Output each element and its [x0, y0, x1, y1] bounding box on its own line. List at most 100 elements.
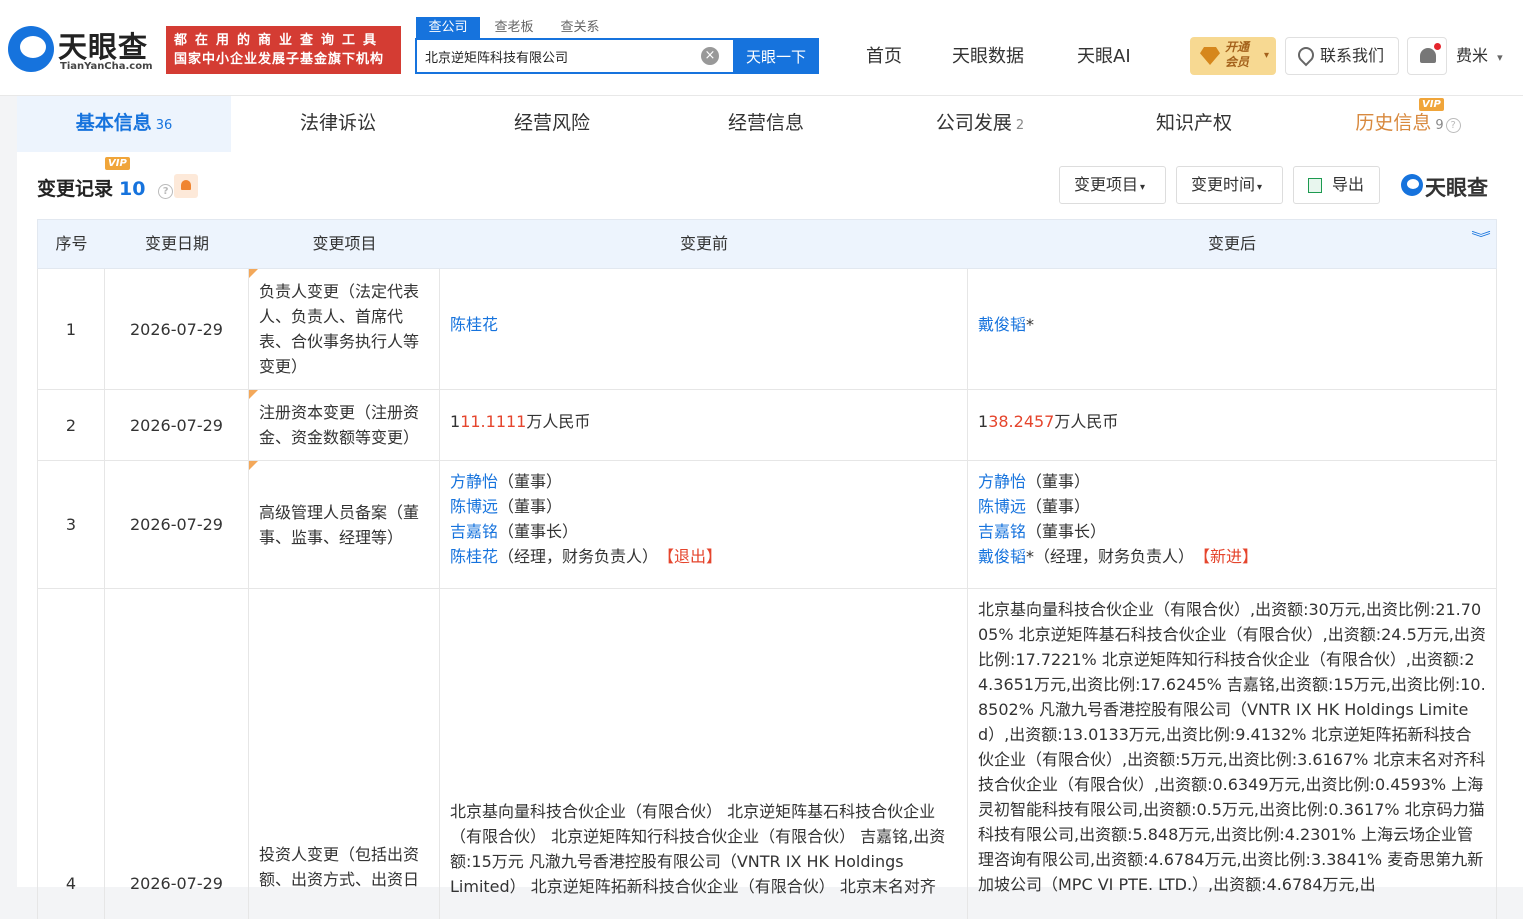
col-no: 序号	[55, 234, 88, 253]
row-item: 负责人变更（法定代表人、负责人、首席代表、合伙事务执行人等变更）	[249, 269, 440, 389]
search-box: ×	[415, 38, 735, 74]
table-row: 3 2026-07-29 高级管理人员备案（董事、监事、经理等） 方静怡（董事）…	[37, 461, 1497, 589]
logo-sub: TianYanCha.com	[60, 61, 153, 72]
search-tab-company[interactable]: 查公司	[416, 17, 480, 38]
logo-eye-icon	[8, 26, 54, 72]
export-button[interactable]: 导出	[1293, 166, 1380, 204]
user-menu[interactable]: 费米 ▾	[1456, 44, 1503, 70]
person-link[interactable]: 方静怡	[978, 472, 1026, 491]
info-tabs: 基本信息 36 法律诉讼 经营风险 经营信息 公司发展 2 知识产权 历史信息 9? …	[17, 96, 1523, 152]
nav-tianyan-ai[interactable]: 天眼AI	[1077, 44, 1131, 70]
person-role: （董事）	[1026, 497, 1091, 516]
logo-text: 天眼查	[58, 30, 149, 64]
row-before: 陈桂花	[440, 269, 968, 389]
value-unit: 万人民币	[526, 412, 591, 431]
slogan-banner: 都在用的商业查询工具 国家中小企业发展子基金旗下机构	[166, 26, 401, 74]
filter-change-time[interactable]: 变更时间 ▾	[1176, 166, 1283, 204]
person-link[interactable]: 陈桂花	[450, 547, 498, 566]
list-item: 吉嘉铭（董事长）	[978, 519, 1486, 544]
value-highlight: 11.1111	[460, 412, 527, 431]
clear-icon[interactable]: ×	[701, 47, 719, 65]
section-count: 10	[119, 178, 146, 200]
tianyancha-logo[interactable]: 天眼查 TianYanCha.com	[8, 24, 158, 76]
tab-label: 经营信息	[727, 112, 804, 134]
row-item: 投资人变更（包括出资额、出资方式、出资日	[249, 589, 440, 919]
value-part: 1	[450, 412, 461, 431]
help-icon[interactable]: ?	[158, 184, 174, 199]
excel-icon	[1308, 178, 1322, 193]
list-item: 吉嘉铭（董事长）	[450, 519, 957, 544]
watermark-text: 天眼查	[1425, 176, 1488, 200]
section-title: 变更记录 10 ?	[37, 174, 174, 201]
search-tab-relation[interactable]: 查关系	[548, 17, 612, 38]
row-before: 北京基向量科技合伙企业（有限合伙） 北京逆矩阵基石科技合伙企业（有限合伙） 北京…	[440, 589, 968, 919]
corner-mark	[249, 390, 258, 399]
table-row: 4 2026-07-29 投资人变更（包括出资额、出资方式、出资日 北京基向量科…	[37, 589, 1497, 919]
tab-label: 知识产权	[1155, 112, 1232, 134]
tab-risk[interactable]: 经营风险	[445, 96, 659, 152]
tab-label: 历史信息	[1355, 112, 1432, 134]
chevron-down-icon: ▾	[1497, 51, 1503, 64]
person-link[interactable]: 吉嘉铭	[978, 522, 1026, 541]
person-link[interactable]: 方静怡	[450, 472, 498, 491]
tab-history[interactable]: 历史信息 9?	[1301, 96, 1515, 152]
filter-change-item[interactable]: 变更项目 ▾	[1059, 166, 1166, 204]
headset-icon	[1294, 43, 1318, 67]
notification-button[interactable]	[1407, 37, 1447, 75]
tab-label: 公司发展	[935, 112, 1012, 134]
slogan-line-1: 都在用的商业查询工具	[174, 33, 385, 48]
collapse-icon[interactable]: ︾	[1471, 232, 1491, 246]
value-unit: 万人民币	[1054, 412, 1119, 431]
person-role: （董事）	[1026, 472, 1091, 491]
value-highlight: 38.2457	[988, 412, 1055, 431]
row-after: 戴俊韬*	[968, 269, 1496, 389]
tab-operation[interactable]: 经营信息	[659, 96, 873, 152]
list-item: 陈桂花（经理，财务负责人） 【退出】	[450, 544, 957, 569]
tab-basic-info[interactable]: 基本信息 36	[17, 96, 231, 152]
monitor-alert-button[interactable]	[174, 174, 198, 198]
person-link[interactable]: 陈博远	[450, 497, 498, 516]
open-vip-button[interactable]: 开通 会员 ▾	[1190, 37, 1276, 75]
contact-us-button[interactable]: 联系我们	[1285, 37, 1399, 75]
person-link[interactable]: 陈桂花	[450, 315, 498, 334]
tab-count: 36	[155, 118, 173, 133]
row-date: 2026-07-29	[105, 390, 249, 460]
tab-ip[interactable]: 知识产权	[1087, 96, 1301, 152]
row-date: 2026-07-29	[105, 269, 249, 389]
chevron-down-icon: ▾	[1257, 182, 1263, 193]
row-date: 2026-07-29	[105, 461, 249, 588]
mask-mark: *	[1026, 315, 1035, 334]
row-before: 111.1111万人民币	[440, 390, 968, 460]
contact-label: 联系我们	[1320, 46, 1385, 65]
tab-legal[interactable]: 法律诉讼	[231, 96, 445, 152]
tab-count: 9	[1435, 118, 1444, 133]
person-link[interactable]: 陈博远	[978, 497, 1026, 516]
row-item-text: 高级管理人员备案（董事、监事、经理等）	[259, 502, 420, 547]
corner-mark	[249, 269, 258, 278]
search-input[interactable]	[425, 40, 695, 72]
table-row: 1 2026-07-29 负责人变更（法定代表人、负责人、首席代表、合伙事务执行…	[37, 269, 1497, 390]
list-item: 方静怡（董事）	[978, 469, 1486, 494]
row-after: 方静怡（董事） 陈博远（董事） 吉嘉铭（董事长） 戴俊韬*（经理，财务负责人） 【…	[968, 461, 1496, 588]
col-date: 变更日期	[144, 234, 209, 253]
exit-tag: 【退出】	[666, 547, 723, 566]
nav-home[interactable]: 首页	[866, 44, 902, 70]
row-no: 2	[38, 390, 105, 460]
person-link[interactable]: 戴俊韬	[978, 315, 1026, 334]
user-name: 费米	[1456, 46, 1489, 65]
nav-tianyan-data[interactable]: 天眼数据	[952, 44, 1024, 70]
investor-list: 北京基向量科技合伙企业（有限合伙） 北京逆矩阵基石科技合伙企业（有限合伙） 北京…	[450, 802, 946, 896]
person-link[interactable]: 吉嘉铭	[450, 522, 498, 541]
row-no: 4	[38, 589, 105, 919]
corner-mark	[249, 461, 258, 470]
row-date: 2026-07-29	[105, 589, 249, 919]
tab-development[interactable]: 公司发展 2	[873, 96, 1087, 152]
search-tab-boss[interactable]: 查老板	[482, 17, 546, 38]
tab-label: 经营风险	[513, 112, 590, 134]
help-icon[interactable]: ?	[1445, 118, 1461, 133]
search-button[interactable]: 天眼一下	[733, 38, 819, 74]
chevron-down-icon: ▾	[1140, 182, 1146, 193]
filter-label: 变更项目	[1074, 175, 1139, 194]
table-header: 序号 变更日期 变更项目 变更前 变更后 ︾	[37, 219, 1497, 269]
person-link[interactable]: 戴俊韬	[978, 547, 1026, 566]
